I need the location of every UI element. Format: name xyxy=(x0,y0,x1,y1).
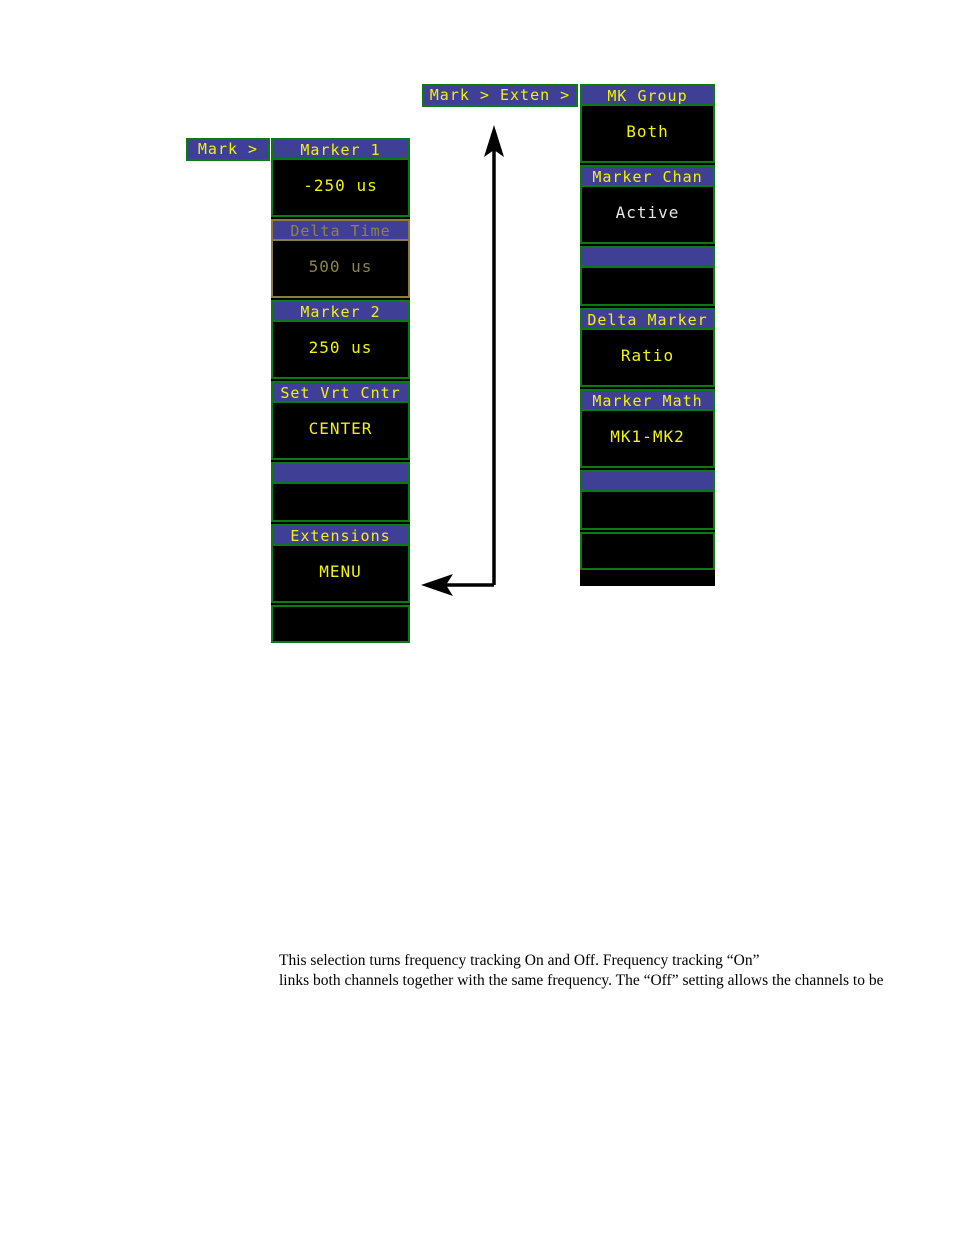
softkey-value: MENU xyxy=(319,562,362,581)
softkey-value: 500 us xyxy=(308,257,373,276)
softkey-cell[interactable]: Set Vrt Cntr CENTER xyxy=(271,381,410,460)
softkey-value: -250 us xyxy=(303,176,378,195)
softkey-panel-mark: Marker 1 -250 us Delta Time 500 us Marker 2 2… xyxy=(271,138,410,643)
softkey-cell[interactable]: Marker Math MK1-MK2 xyxy=(580,389,715,468)
softkey-value: Active xyxy=(615,203,680,222)
softkey-value xyxy=(582,534,713,568)
softkey-value xyxy=(582,268,713,300)
softkey-label xyxy=(273,464,408,484)
softkey-label: Marker Math xyxy=(582,391,713,411)
softkey-cell[interactable] xyxy=(580,470,715,530)
softkey-panel-mark-extensions: MK Group Both Marker Chan Active Delta Marke… xyxy=(580,84,715,586)
softkey-label: Delta Marker xyxy=(582,310,713,330)
softkey-cell[interactable] xyxy=(271,605,410,643)
softkey-cell[interactable]: Marker Chan Active xyxy=(580,165,715,244)
softkey-value xyxy=(273,484,408,516)
softkey-value: Ratio xyxy=(620,346,675,365)
softkey-cell[interactable] xyxy=(271,462,410,522)
softkey-cell[interactable]: Delta Marker Ratio xyxy=(580,308,715,387)
softkey-cell[interactable]: Marker 1 -250 us xyxy=(271,138,410,217)
softkey-label: Extensions xyxy=(273,526,408,546)
softkey-label xyxy=(582,472,713,492)
softkey-cell[interactable]: Extensions MENU xyxy=(271,524,410,603)
softkey-cell[interactable]: Delta Time 500 us xyxy=(271,219,410,298)
softkey-cell[interactable] xyxy=(580,246,715,306)
softkey-value: Both xyxy=(626,122,669,141)
softkey-label: Delta Time xyxy=(273,221,408,241)
softkey-label: Marker 2 xyxy=(273,302,408,322)
softkey-value: CENTER xyxy=(308,419,373,438)
body-copy: This selection turns frequency tracking … xyxy=(279,951,919,990)
softkey-label: Marker 1 xyxy=(273,140,408,160)
softkey-cell[interactable]: MK Group Both xyxy=(580,84,715,163)
softkey-label: Marker Chan xyxy=(582,167,713,187)
body-copy-line-2: links both channels together with the sa… xyxy=(279,971,884,989)
softkey-value: 250 us xyxy=(308,338,373,357)
softkey-label: MK Group xyxy=(582,86,713,106)
body-copy-line-1: This selection turns frequency tracking … xyxy=(279,952,760,969)
menu-flow-connector xyxy=(421,125,504,596)
softkey-value: MK1-MK2 xyxy=(610,427,685,446)
softkey-label: Set Vrt Cntr xyxy=(273,383,408,403)
softkey-label xyxy=(582,248,713,268)
tab-mark[interactable]: Mark > xyxy=(186,138,270,161)
softkey-value xyxy=(273,607,408,641)
softkey-cell[interactable]: Marker 2 250 us xyxy=(271,300,410,379)
softkey-value xyxy=(582,492,713,524)
softkey-cell[interactable] xyxy=(580,532,715,570)
